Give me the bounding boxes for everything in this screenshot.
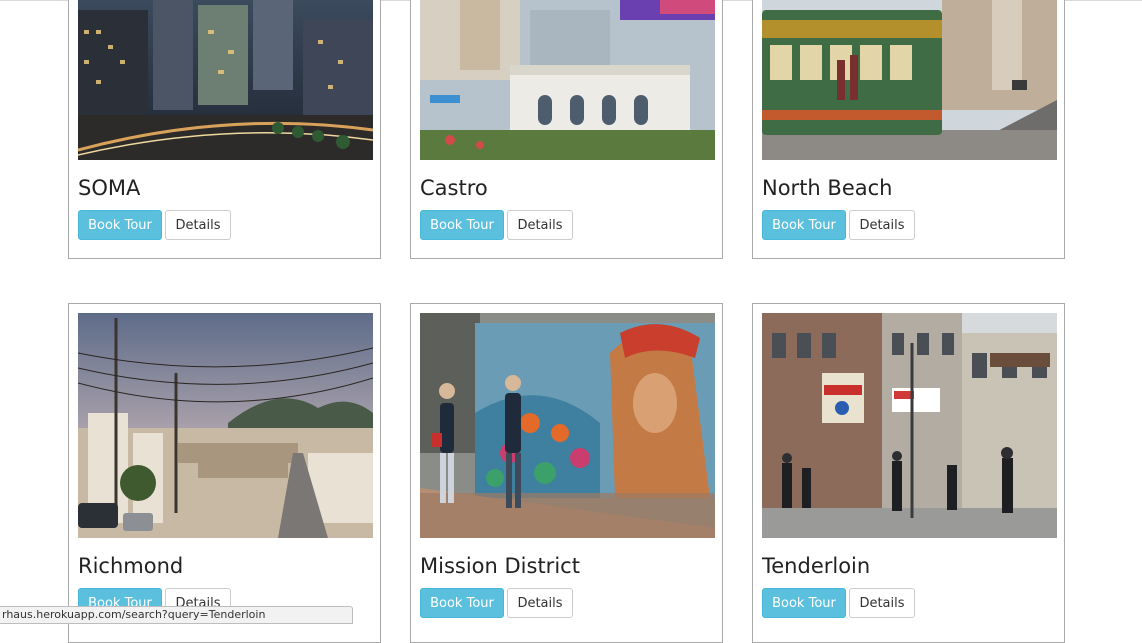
neighborhood-photo-soma[interactable] bbox=[78, 0, 373, 160]
details-button-tenderloin[interactable]: Details bbox=[849, 588, 915, 618]
neighborhood-name: SOMA bbox=[78, 176, 141, 200]
book-tour-button-tenderloin[interactable]: Book Tour bbox=[762, 588, 846, 618]
details-button-castro[interactable]: Details bbox=[507, 210, 573, 240]
neighborhood-name: North Beach bbox=[762, 176, 893, 200]
book-tour-button-castro[interactable]: Book Tour bbox=[420, 210, 504, 240]
neighborhood-card-richmond: Richmond Book Tour Details bbox=[68, 303, 381, 643]
neighborhood-card-north-beach: North Beach Book Tour Details bbox=[752, 0, 1065, 259]
details-button-north-beach[interactable]: Details bbox=[849, 210, 915, 240]
book-tour-button-north-beach[interactable]: Book Tour bbox=[762, 210, 846, 240]
neighborhood-photo-north-beach[interactable] bbox=[762, 0, 1057, 160]
neighborhood-card-castro: Castro Book Tour Details bbox=[410, 0, 723, 259]
book-tour-button-mission-district[interactable]: Book Tour bbox=[420, 588, 504, 618]
link-preview-status-bar: rhaus.herokuapp.com/search?query=Tenderl… bbox=[0, 606, 353, 624]
neighborhood-name: Richmond bbox=[78, 554, 184, 578]
neighborhood-card-tenderloin: Tenderloin Book Tour Details bbox=[752, 303, 1065, 643]
book-tour-button-soma[interactable]: Book Tour bbox=[78, 210, 162, 240]
neighborhood-photo-tenderloin[interactable] bbox=[762, 313, 1057, 538]
neighborhood-name: Tenderloin bbox=[762, 554, 871, 578]
details-button-mission-district[interactable]: Details bbox=[507, 588, 573, 618]
neighborhood-name: Castro bbox=[420, 176, 488, 200]
neighborhood-name: Mission District bbox=[420, 554, 580, 578]
neighborhood-photo-richmond[interactable] bbox=[78, 313, 373, 538]
neighborhood-card-mission-district: Mission District Book Tour Details bbox=[410, 303, 723, 643]
neighborhood-photo-castro[interactable] bbox=[420, 0, 715, 160]
details-button-soma[interactable]: Details bbox=[165, 210, 231, 240]
neighborhood-card-soma: SOMA Book Tour Details bbox=[68, 0, 381, 259]
neighborhood-photo-mission-district[interactable] bbox=[420, 313, 715, 538]
